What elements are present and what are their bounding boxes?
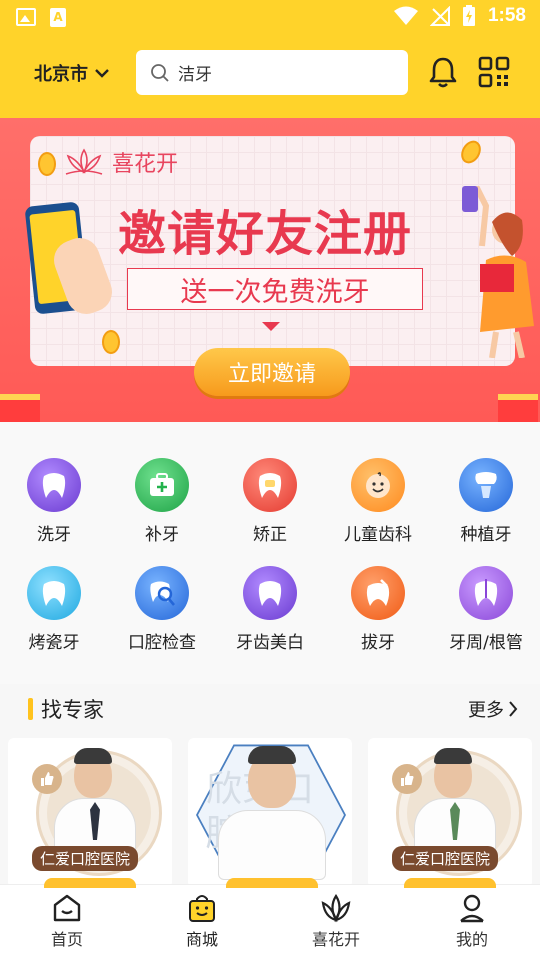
header-bar: A 1:58 北京市 bbox=[0, 0, 540, 118]
more-link[interactable]: 更多 bbox=[468, 696, 518, 722]
no-signal-icon bbox=[429, 6, 450, 26]
category-root-canal[interactable]: 牙周/根管 bbox=[432, 566, 540, 653]
gift-box-icon bbox=[498, 394, 538, 422]
gift-box-icon bbox=[0, 394, 40, 422]
category-label: 种植牙 bbox=[460, 525, 512, 545]
home-icon bbox=[53, 894, 81, 922]
category-orthodontics[interactable]: 矫正 bbox=[216, 458, 324, 545]
category-label: 补牙 bbox=[145, 525, 179, 545]
search-input[interactable] bbox=[178, 62, 378, 83]
filling-kit-icon bbox=[135, 458, 189, 512]
qr-scan-icon[interactable] bbox=[478, 56, 510, 88]
category-label: 口腔检查 bbox=[128, 633, 196, 653]
status-time: 1:58 bbox=[487, 5, 526, 26]
section-accent-bar bbox=[28, 698, 33, 720]
category-checkup[interactable]: 口腔检查 bbox=[108, 566, 216, 653]
category-label: 牙齿美白 bbox=[236, 633, 304, 653]
hospital-badge: 仁爱口腔医院 bbox=[32, 846, 139, 871]
chevron-down-icon bbox=[95, 69, 109, 78]
image-notification-icon bbox=[16, 8, 36, 26]
doctor-tag bbox=[44, 878, 136, 888]
invite-button[interactable]: 立即邀请 bbox=[194, 348, 350, 396]
battery-charging-icon bbox=[462, 5, 475, 26]
lotus-icon bbox=[321, 893, 351, 923]
doctor-hair bbox=[74, 748, 112, 764]
experts-title: 找专家 bbox=[41, 698, 104, 722]
category-implant[interactable]: 种植牙 bbox=[432, 458, 540, 545]
city-label: 北京市 bbox=[34, 64, 88, 85]
doctor-tag bbox=[226, 878, 318, 888]
coin-icon bbox=[102, 330, 120, 354]
banner-subline: 送一次免费洗牙 bbox=[127, 268, 423, 310]
promo-banner[interactable]: 喜花开 邀请好友注册 送一次免费洗牙 立即邀请 bbox=[0, 118, 540, 422]
nav-xihuakai[interactable]: 喜花开 bbox=[291, 893, 381, 950]
nav-label: 喜花开 bbox=[311, 930, 360, 949]
app-notification-icon: A bbox=[50, 8, 66, 27]
coin-icon bbox=[38, 152, 56, 176]
porcelain-tooth-icon bbox=[27, 566, 81, 620]
nav-label: 商城 bbox=[185, 930, 218, 949]
hospital-badge: 仁爱口腔医院 bbox=[392, 846, 499, 871]
search-icon bbox=[151, 63, 169, 82]
checkup-magnifier-icon bbox=[135, 566, 189, 620]
cleaning-tooth-icon bbox=[27, 458, 81, 512]
doctor-hair bbox=[434, 748, 472, 764]
thumbs-up-icon bbox=[392, 764, 422, 794]
category-cleaning[interactable]: 洗牙 bbox=[0, 458, 108, 545]
nav-profile[interactable]: 我的 bbox=[427, 893, 517, 950]
extraction-tooth-icon bbox=[351, 566, 405, 620]
bottom-nav: 首页 商城 喜花开 我的 bbox=[0, 884, 540, 960]
category-porcelain[interactable]: 烤瓷牙 bbox=[0, 566, 108, 653]
doctor-hair bbox=[248, 746, 296, 764]
category-label: 矫正 bbox=[253, 525, 287, 545]
shopping-bag-icon bbox=[189, 895, 215, 922]
bell-icon[interactable] bbox=[428, 56, 458, 88]
more-label: 更多 bbox=[468, 700, 504, 721]
implant-tooth-icon bbox=[459, 458, 513, 512]
down-arrow-icon bbox=[262, 322, 280, 331]
root-canal-tooth-icon bbox=[459, 566, 513, 620]
nav-label: 我的 bbox=[455, 930, 488, 949]
search-box[interactable] bbox=[136, 50, 408, 95]
category-grid: 洗牙 补牙 矫正 儿童齿科 种植牙 烤瓷牙 口腔检查 牙齿美白 拔牙 牙周/根管 bbox=[0, 422, 540, 684]
profile-icon bbox=[460, 894, 484, 923]
banner-headline: 邀请好友注册 bbox=[118, 206, 413, 262]
experts-section-header: 找专家 更多 bbox=[28, 694, 518, 726]
lotus-logo-icon bbox=[65, 148, 103, 175]
category-label: 拔牙 bbox=[361, 633, 395, 653]
doctor-tag bbox=[404, 878, 496, 888]
city-selector[interactable]: 北京市 bbox=[34, 60, 110, 86]
banner-brand: 喜花开 bbox=[112, 152, 179, 177]
nav-mall[interactable]: 商城 bbox=[157, 893, 247, 950]
doctor-card[interactable]: 欣芽口腔 bbox=[188, 738, 352, 888]
status-bar: A 1:58 bbox=[0, 0, 540, 36]
category-filling[interactable]: 补牙 bbox=[108, 458, 216, 545]
doctor-card[interactable]: 仁爱口腔医院 bbox=[368, 738, 532, 888]
nav-label: 首页 bbox=[50, 930, 83, 949]
child-face-icon bbox=[351, 458, 405, 512]
thumbs-up-icon bbox=[32, 764, 62, 794]
chevron-right-icon bbox=[509, 701, 518, 717]
category-pediatric[interactable]: 儿童齿科 bbox=[324, 458, 432, 545]
category-label: 烤瓷牙 bbox=[28, 633, 80, 653]
category-label: 儿童齿科 bbox=[344, 525, 412, 545]
category-whitening[interactable]: 牙齿美白 bbox=[216, 566, 324, 653]
wifi-icon bbox=[393, 6, 418, 25]
category-extraction[interactable]: 拔牙 bbox=[324, 566, 432, 653]
doctor-card[interactable]: 仁爱口腔医院 bbox=[8, 738, 172, 888]
category-label: 洗牙 bbox=[37, 525, 71, 545]
category-label: 牙周/根管 bbox=[449, 633, 523, 653]
whitening-tooth-icon bbox=[243, 566, 297, 620]
woman-with-phone-illustration bbox=[462, 186, 534, 358]
braces-tooth-icon bbox=[243, 458, 297, 512]
doctor-coat bbox=[218, 810, 326, 880]
nav-home[interactable]: 首页 bbox=[22, 893, 112, 950]
